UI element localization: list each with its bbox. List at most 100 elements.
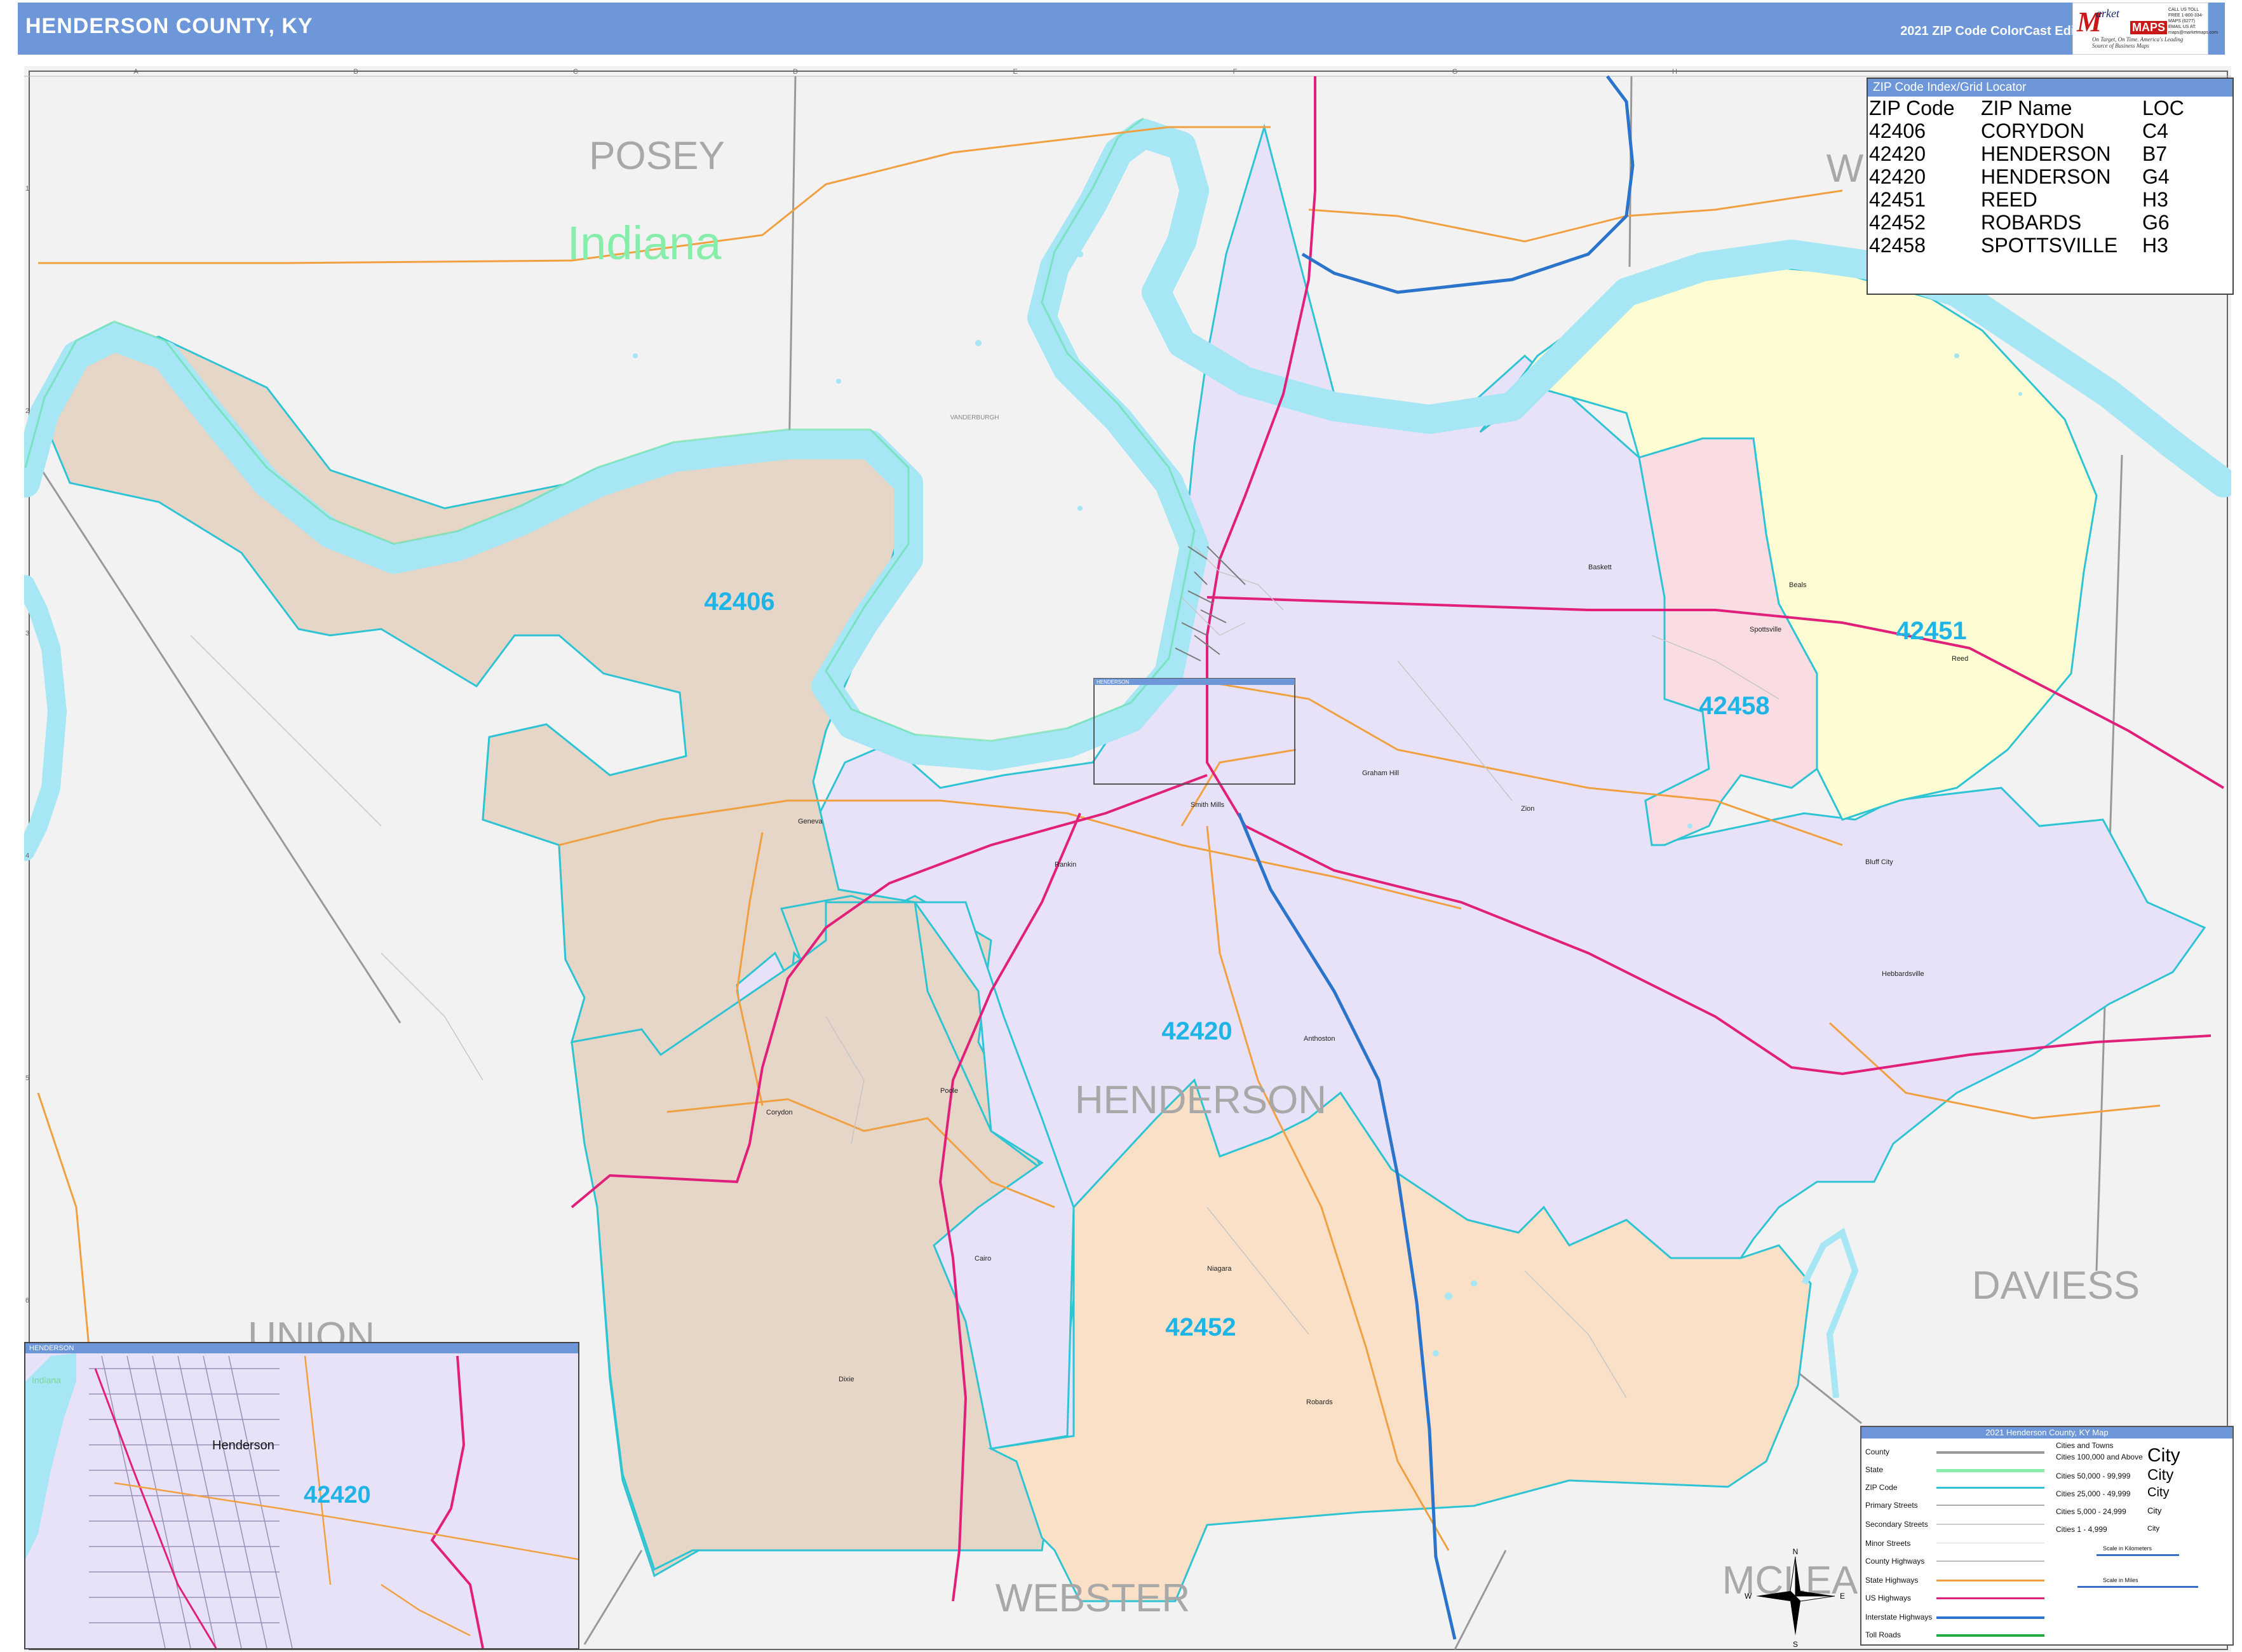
zip-label-42406: 42406	[704, 588, 774, 616]
zip-cell: 42420	[1869, 142, 1926, 165]
grid-col-b: B	[353, 68, 358, 76]
zip-name-cell: HENDERSON	[1981, 165, 2111, 188]
inset-map-svg	[25, 1343, 578, 1648]
township-label: VANDERBURGH	[950, 414, 999, 421]
logo-contact: CALL US TOLL FREE 1-800-334-MAPS (6277) …	[2168, 8, 2218, 35]
legend-minor: Minor Streets	[1865, 1539, 1911, 1548]
grid-row-4: 4	[25, 852, 29, 860]
place-reed: Reed	[1952, 655, 1968, 663]
legend-zip-line	[1936, 1487, 2044, 1489]
table-row: 42406 CORYDON C4	[1869, 119, 2184, 142]
zip-loc-cell: H3	[2142, 234, 2168, 257]
place-poole: Poole	[940, 1087, 958, 1095]
grid-col-h: H	[1672, 68, 1677, 76]
zip-index-col-loc: LOC	[2142, 97, 2184, 119]
legend-toll-line	[1936, 1634, 2044, 1637]
legend-state-hwy-line	[1936, 1580, 2044, 1581]
zip-label-42420: 42420	[1161, 1017, 1232, 1045]
legend-secondary-line	[1936, 1524, 2044, 1525]
map-legend: 2021 Henderson County, KY Map County Sta…	[1860, 1426, 2234, 1646]
place-baskett: Baskett	[1588, 564, 1612, 571]
legend-county-hwy: County Highways	[1865, 1557, 1925, 1566]
place-rankin: Rankin	[1055, 861, 1076, 869]
zip-cell: 42458	[1869, 234, 1926, 257]
table-row: 42420 HENDERSON G4	[1869, 165, 2184, 188]
legend-primary-line	[1936, 1505, 2044, 1506]
grid-row-3: 3	[25, 630, 29, 637]
legend-us-hwy-line	[1936, 1597, 2044, 1599]
zip-cell: 42420	[1869, 165, 1926, 188]
zip-loc-cell: B7	[2142, 142, 2168, 165]
zip-label-42458: 42458	[1699, 692, 1769, 720]
logo-tagline: On Target, On Time. America's Leading So…	[2092, 36, 2184, 49]
inset-zip-label: 42420	[304, 1482, 371, 1508]
state-label-indiana: Indiana	[567, 217, 722, 269]
place-anthoston: Anthoston	[1304, 1035, 1335, 1043]
zip-name-cell: SPOTTSVILLE	[1981, 234, 2118, 257]
zip-index-table: ZIP Code ZIP Name LOC 42406 CORYDON C4 4…	[1869, 97, 2184, 257]
zip-loc-cell: C4	[2142, 119, 2168, 142]
zip-index-title: ZIP Code Index/Grid Locator	[1868, 79, 2232, 97]
legend-scale-mi: Scale in Miles	[2103, 1577, 2138, 1583]
grid-col-g: G	[1452, 68, 1458, 76]
legend-city-sym-1: City	[2147, 1445, 2180, 1466]
zip-name-cell: ROBARDS	[1981, 211, 2082, 234]
grid-col-c: C	[573, 68, 578, 76]
inset-city-label: Henderson	[212, 1439, 274, 1452]
grid-col-d: D	[793, 68, 798, 76]
place-hebbardsville: Hebbardsville	[1882, 970, 1924, 978]
map-title: HENDERSON COUNTY, KY	[25, 14, 313, 38]
legend-scale-km-bar	[2097, 1554, 2179, 1556]
inset-state-label: Indiana	[32, 1375, 61, 1385]
zip-loc-cell: H3	[2142, 188, 2168, 211]
map-header: HENDERSON COUNTY, KY 2021 ZIP Code Color…	[18, 3, 2225, 55]
grid-col-a: A	[133, 68, 138, 76]
grid-row-1: 1	[25, 185, 29, 193]
grid-row-2: 2	[25, 407, 29, 415]
place-graham-hill: Graham Hill	[1362, 769, 1399, 777]
zip-loc-cell: G4	[2142, 165, 2170, 188]
zip-label-42452: 42452	[1165, 1313, 1236, 1341]
place-robards: Robards	[1306, 1398, 1333, 1406]
place-geneva: Geneva	[798, 818, 823, 825]
legend-city-size-5: Cities 1 - 4,999	[2056, 1525, 2107, 1534]
place-cairo: Cairo	[975, 1255, 991, 1263]
place-niagara: Niagara	[1207, 1265, 1232, 1273]
map-edition: 2021 ZIP Code ColorCast Edition	[1900, 24, 2098, 38]
zip-index-col-name: ZIP Name	[1981, 97, 2072, 119]
legend-state: State	[1865, 1465, 1884, 1474]
market-maps-logo: M arket MAPS On Target, On Time. America…	[2072, 3, 2218, 55]
county-label-daviess: DAVIESS	[1972, 1264, 2140, 1308]
logo-brand-top: arket	[2096, 7, 2119, 20]
zip-label-42451: 42451	[1896, 617, 1966, 645]
legend-city-size-2: Cities 50,000 - 99,999	[2056, 1472, 2131, 1480]
henderson-inset-map: HENDERSON Indiana Henderson 42420	[24, 1342, 579, 1649]
zip-name-cell: REED	[1981, 188, 2037, 211]
grid-col-f: F	[1233, 68, 1238, 76]
svg-text:N: N	[1793, 1547, 1799, 1556]
legend-interstate: Interstate Highways	[1865, 1613, 1933, 1622]
table-row: 42451 REED H3	[1869, 188, 2184, 211]
legend-primary: Primary Streets	[1865, 1501, 1918, 1510]
grid-row-5: 5	[25, 1074, 29, 1082]
legend-state-line	[1936, 1469, 2044, 1472]
legend-interstate-line	[1936, 1616, 2044, 1619]
legend-zip: ZIP Code	[1865, 1483, 1898, 1492]
table-row: 42452 ROBARDS G6	[1869, 211, 2184, 234]
svg-text:S: S	[1793, 1640, 1798, 1649]
legend-secondary: Secondary Streets	[1865, 1520, 1928, 1529]
zip-name-cell: CORYDON	[1981, 119, 2084, 142]
zip-index-col-zip: ZIP Code	[1869, 97, 1955, 119]
county-label-partial: W	[1827, 147, 1864, 191]
place-corydon: Corydon	[766, 1109, 793, 1116]
place-spottsville: Spottsville	[1750, 626, 1781, 633]
zip-loc-cell: G6	[2142, 211, 2170, 234]
legend-city-sym-3: City	[2147, 1486, 2170, 1500]
legend-county-hwy-line	[1936, 1561, 2044, 1562]
table-row: 42420 HENDERSON B7	[1869, 142, 2184, 165]
legend-city-size-4: Cities 5,000 - 24,999	[2056, 1507, 2126, 1516]
svg-text:W: W	[1745, 1592, 1752, 1601]
place-beals: Beals	[1789, 581, 1807, 589]
legend-city-sym-4: City	[2147, 1506, 2162, 1515]
legend-scale-mi-bar	[2077, 1586, 2198, 1588]
